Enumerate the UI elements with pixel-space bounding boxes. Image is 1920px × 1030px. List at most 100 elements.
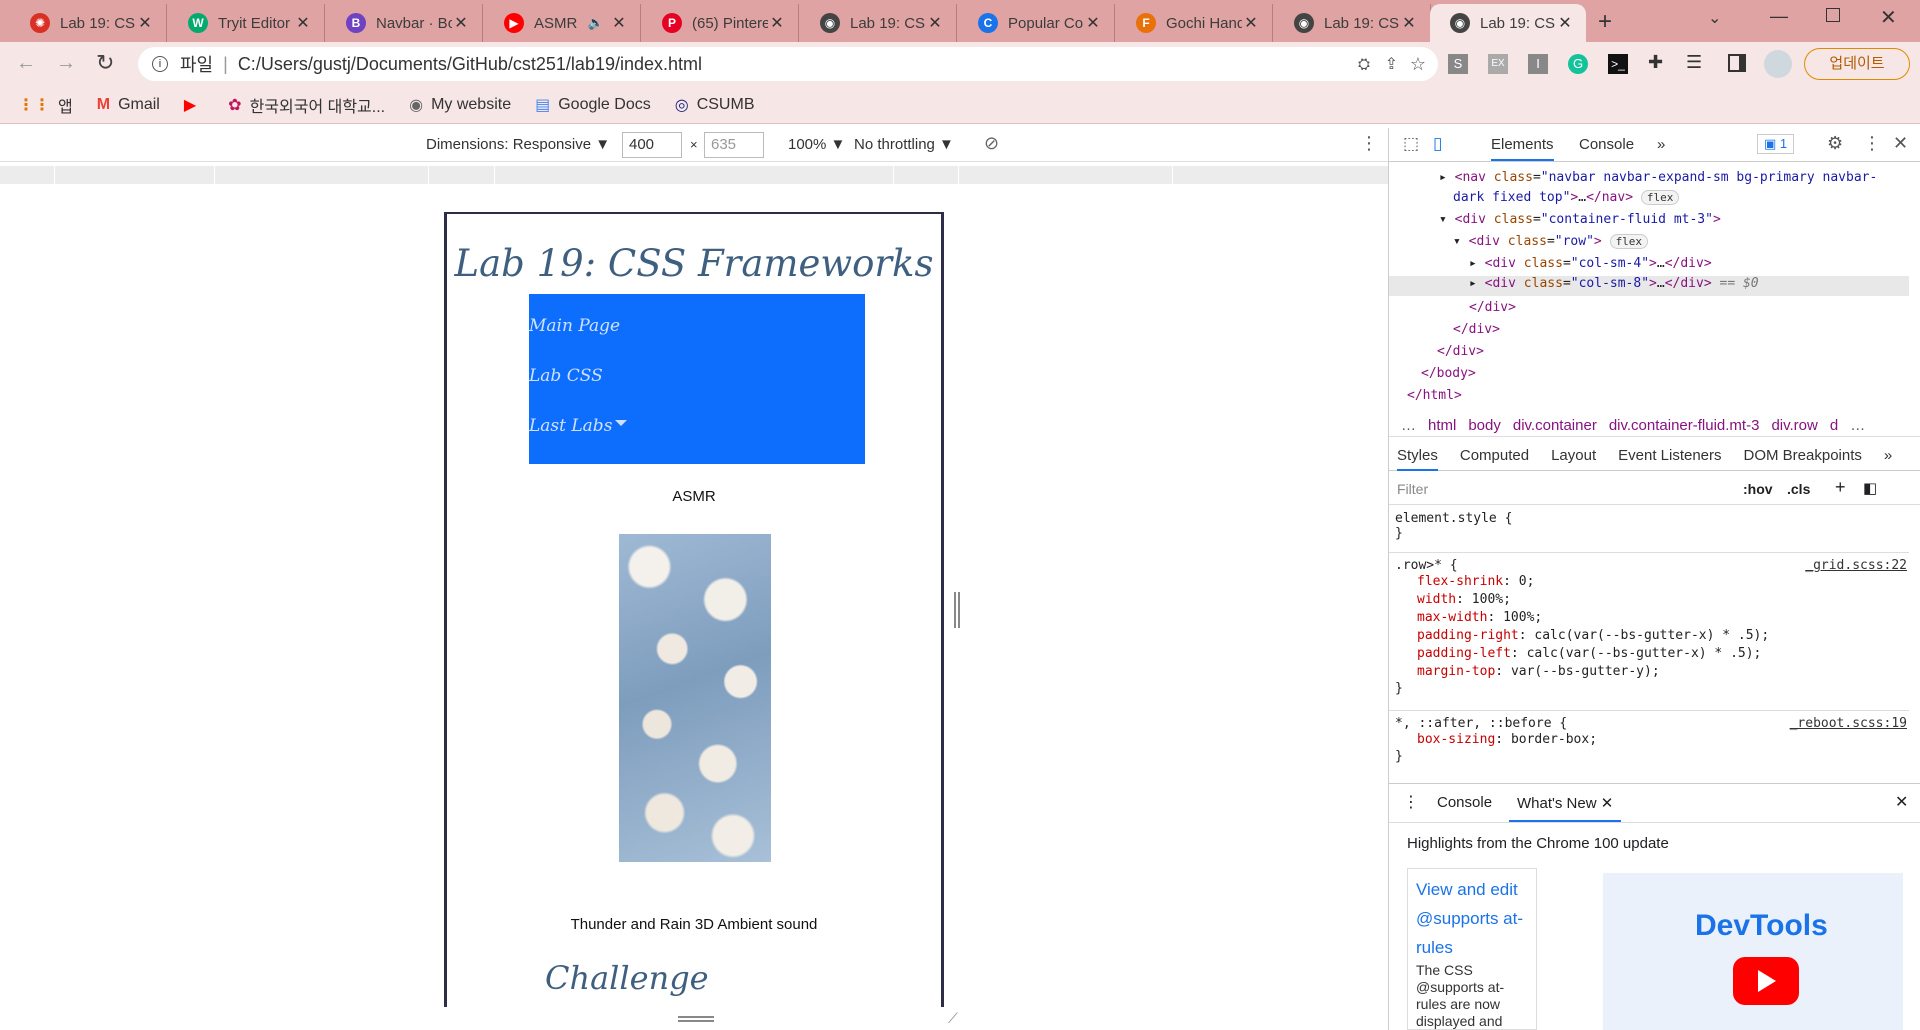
breadcrumb-item[interactable]: div.container-fluid.mt-3 xyxy=(1609,417,1760,434)
styles-tab[interactable]: Layout xyxy=(1551,447,1596,471)
close-tab-icon[interactable]: ✕ xyxy=(1556,13,1574,33)
tab-elements[interactable]: Elements xyxy=(1491,136,1554,161)
dom-col4-line[interactable]: ▸ <div class="col-sm-4">…</div> xyxy=(1469,256,1712,271)
forward-icon[interactable]: → xyxy=(56,52,76,75)
extensions-icon[interactable]: ✚ xyxy=(1648,52,1663,73)
resize-handle-right[interactable] xyxy=(954,592,960,628)
new-tab-icon[interactable]: + xyxy=(1598,8,1612,36)
row-rule[interactable]: .row>* { _grid.scss:22 flex-shrink: 0; wi… xyxy=(1395,558,1907,696)
browser-tab[interactable]: ▶ ASMR 🔈 ✕ xyxy=(484,4,641,42)
whatsnew-card[interactable]: View and edit @supports at-rules The CSS… xyxy=(1407,868,1537,1030)
bookmark-item[interactable]: ▶ xyxy=(184,95,204,115)
drawer-tab-console[interactable]: Console xyxy=(1437,794,1492,811)
height-input[interactable]: 635 xyxy=(704,132,764,158)
resize-handle-bottom[interactable] xyxy=(678,1016,714,1022)
grammarly-icon[interactable]: G xyxy=(1568,54,1588,74)
kebab-icon[interactable]: ⋮ xyxy=(1863,133,1881,154)
device-mode-icon[interactable]: ▯ xyxy=(1433,134,1442,154)
close-tab-icon[interactable]: ✕ xyxy=(136,13,154,33)
styles-tab[interactable]: DOM Breakpoints xyxy=(1744,447,1862,471)
close-tab-icon[interactable]: ✕ xyxy=(294,13,312,33)
filter-input[interactable]: Filter xyxy=(1397,481,1428,497)
update-button[interactable]: 업데이트 xyxy=(1804,48,1910,80)
css-declaration[interactable]: flex-shrink: 0; xyxy=(1417,573,1907,591)
close-tab-icon[interactable]: ✕ xyxy=(610,13,628,33)
css-declaration[interactable]: padding-left: calc(var(--bs-gutter-x) * … xyxy=(1417,645,1907,663)
close-devtools-icon[interactable]: ✕ xyxy=(1893,133,1908,154)
url-text[interactable]: C:/Users/gustj/Documents/GitHub/cst251/l… xyxy=(238,54,702,75)
browser-tab[interactable]: P (65) Pintere ✕ xyxy=(642,4,799,42)
address-bar[interactable]: i 파일 | C:/Users/gustj/Documents/GitHub/c… xyxy=(138,47,1438,81)
close-drawer-icon[interactable]: ✕ xyxy=(1895,792,1908,812)
bookmark-item[interactable]: ▤ Google Docs xyxy=(535,95,651,115)
dom-nav-line2[interactable]: dark fixed top">…</nav> flex xyxy=(1453,190,1680,205)
dom-nav-line[interactable]: ▸ <nav class="navbar navbar-expand-sm bg… xyxy=(1439,170,1877,185)
close-tab-icon[interactable]: ✕ xyxy=(926,13,944,33)
tab-console[interactable]: Console xyxy=(1579,136,1634,153)
css-declaration[interactable]: max-width: 100%; xyxy=(1417,609,1907,627)
ext-i-icon[interactable]: I xyxy=(1528,54,1548,74)
row-source-link[interactable]: _grid.scss:22 xyxy=(1805,558,1907,573)
bookmark-star-icon[interactable]: ☆ xyxy=(1410,54,1426,75)
avatar[interactable] xyxy=(1764,50,1792,78)
bookmark-item[interactable]: ⋮⋮ 앱 xyxy=(18,93,73,117)
browser-tab[interactable]: W Tryit Editor ✕ xyxy=(168,4,325,42)
styles-tab[interactable]: Styles xyxy=(1397,447,1438,471)
hov-toggle[interactable]: :hov xyxy=(1743,481,1773,497)
bookmark-item[interactable]: ✿ 한국외국어 대학교... xyxy=(228,93,385,117)
promo-image[interactable]: DevTools xyxy=(1603,873,1903,1030)
drawer-tab-whatsnew[interactable]: What's New ✕ xyxy=(1509,784,1622,822)
close-window-icon[interactable]: ✕ xyxy=(1880,5,1897,30)
dropdown-caret-icon[interactable] xyxy=(615,420,627,426)
add-rule-icon[interactable]: + xyxy=(1835,477,1846,498)
css-declaration[interactable]: padding-right: calc(var(--bs-gutter-x) *… xyxy=(1417,627,1907,645)
close-tab-icon[interactable]: ✕ xyxy=(452,13,470,33)
translate-icon[interactable]: ⛭ xyxy=(1358,56,1370,73)
breadcrumb-item[interactable]: body xyxy=(1468,417,1501,434)
close-tab-icon[interactable]: ✕ xyxy=(768,13,786,33)
dom-row-line[interactable]: ▾ <div class="row"> flex xyxy=(1453,234,1649,249)
breadcrumb-item[interactable]: … xyxy=(1850,417,1865,434)
ext-s-icon[interactable]: S xyxy=(1448,54,1468,74)
css-declaration[interactable]: margin-top: var(--bs-gutter-y); xyxy=(1417,663,1907,681)
browser-tab[interactable]: F Gochi Hand ✕ xyxy=(1116,4,1273,42)
throttle-select[interactable]: No throttling ▼ xyxy=(854,136,954,153)
nav-main-page[interactable]: Main Page xyxy=(529,316,620,336)
dom-container-line[interactable]: ▾ <div class="container-fluid mt-3"> xyxy=(1439,212,1721,227)
browser-tab[interactable]: ◉ Lab 19: CS ✕ xyxy=(1274,4,1431,42)
breadcrumb-item[interactable]: d xyxy=(1830,417,1838,434)
browser-tab[interactable]: B Navbar · Bo ✕ xyxy=(326,4,483,42)
zoom-select[interactable]: 100% ▼ xyxy=(788,136,845,153)
reading-list-icon[interactable]: ☰ xyxy=(1686,52,1702,73)
browser-tab[interactable]: ✺ Lab 19: CS ✕ xyxy=(10,4,167,42)
bookmark-item[interactable]: M Gmail xyxy=(97,96,160,114)
nav-last-labs[interactable]: Last Labs xyxy=(529,416,612,436)
ext-ex-icon[interactable]: EX xyxy=(1488,54,1508,74)
card-link[interactable]: View and edit @supports at-rules xyxy=(1416,875,1528,962)
resize-corner[interactable]: ⟋ xyxy=(948,1010,958,1027)
browser-tab[interactable]: ◉ Lab 19: CS ✕ xyxy=(1430,4,1586,42)
breadcrumb-item[interactable]: div.row xyxy=(1771,417,1817,434)
close-tab-icon[interactable]: ✕ xyxy=(1400,13,1418,33)
reboot-source-link[interactable]: _reboot.scss:19 xyxy=(1790,716,1907,731)
nav-lab-css[interactable]: Lab CSS xyxy=(529,366,603,386)
side-panel-icon[interactable] xyxy=(1728,54,1746,72)
close-tab-icon[interactable]: ✕ xyxy=(1242,13,1260,33)
inspect-icon[interactable]: ⬚ xyxy=(1403,134,1419,154)
tab-search-icon[interactable]: ⌄ xyxy=(1708,8,1721,28)
styles-tab[interactable]: Computed xyxy=(1460,447,1529,471)
more-icon[interactable]: ⋮ xyxy=(1360,133,1378,154)
media-query-ruler[interactable] xyxy=(0,166,1388,184)
terminal-icon[interactable]: >_ xyxy=(1608,54,1628,74)
dom-col8-line[interactable]: ▸ <div class="col-sm-8">…</div> == $0 xyxy=(1389,276,1909,296)
width-input[interactable]: 400 xyxy=(622,132,682,158)
bookmark-item[interactable]: ◎ CSUMB xyxy=(675,95,755,115)
audio-icon[interactable]: 🔈 xyxy=(588,15,604,31)
back-icon[interactable]: ← xyxy=(16,52,36,75)
reload-icon[interactable]: ↻ xyxy=(96,50,114,76)
settings-icon[interactable]: ⚙ xyxy=(1827,133,1843,154)
share-icon[interactable]: ⇪ xyxy=(1385,54,1398,74)
breadcrumb-item[interactable]: … xyxy=(1401,417,1416,434)
maximize-icon[interactable] xyxy=(1826,8,1840,22)
styles-tab[interactable]: Event Listeners xyxy=(1618,447,1721,471)
